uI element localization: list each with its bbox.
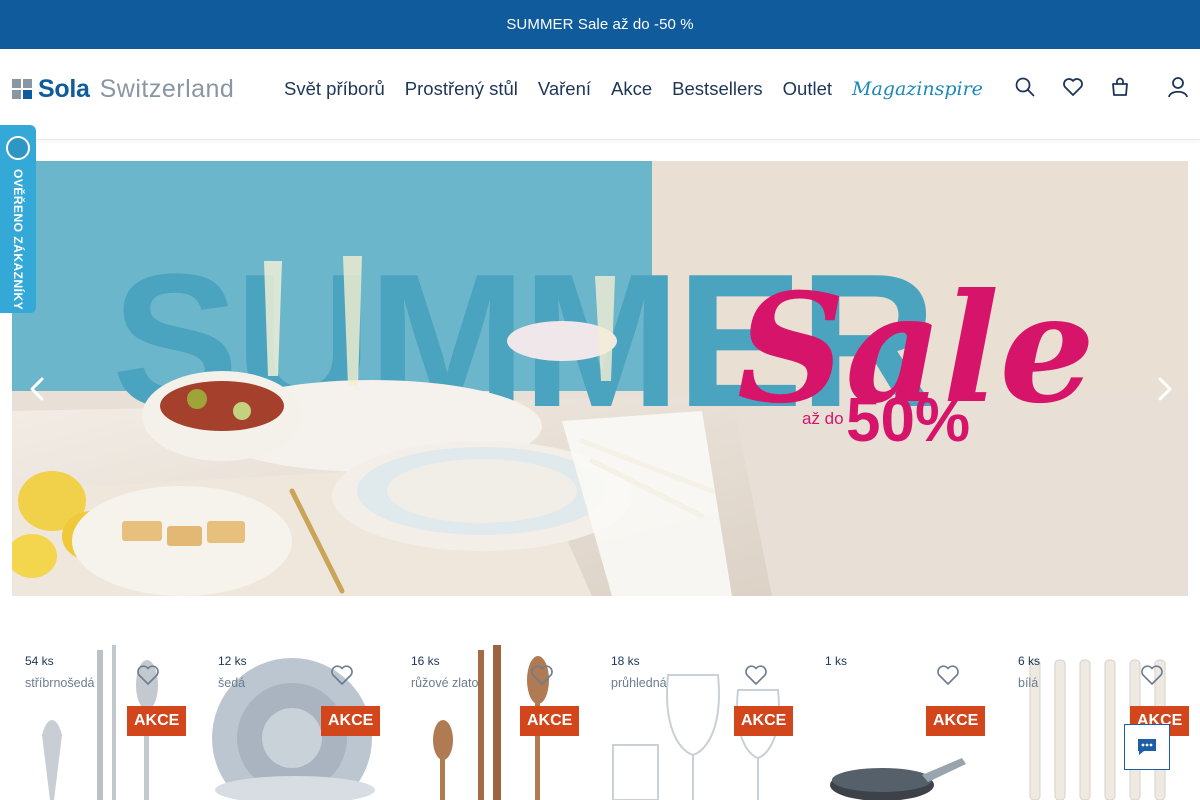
hero-prev-arrow-icon[interactable]	[24, 374, 50, 404]
product-card[interactable]: 12 ks šedá AKCE	[205, 640, 385, 800]
product-color: šedá	[218, 676, 246, 690]
nav-item-svet-priboru[interactable]: Svět příborů	[284, 78, 385, 100]
main-nav: Svět příborů Prostřený stůl Vaření Akce …	[284, 77, 983, 101]
promo-text[interactable]: SUMMER Sale až do -50 %	[506, 16, 693, 33]
product-color: bílá	[1018, 676, 1039, 690]
verified-customers-badge[interactable]: OVĚŘENO ZÁKAZNÍKY	[0, 125, 36, 313]
nav-item-magazinspire[interactable]: Magazinspire	[852, 78, 983, 100]
hero-illustration: SUMMER Sale až do 50%	[12, 161, 1188, 596]
nav-item-bestsellers[interactable]: Bestsellers	[672, 78, 762, 100]
product-card[interactable]: 54 ks stříbrnošedá AKCE	[12, 640, 192, 800]
product-card[interactable]: 18 ks průhledná AKCE	[598, 640, 796, 800]
product-qty: 16 ks	[411, 654, 440, 668]
product-qty: 1 ks	[825, 654, 848, 668]
sale-badge: AKCE	[520, 706, 580, 736]
nav-item-vareni[interactable]: Vaření	[538, 78, 591, 100]
wishlist-heart-icon[interactable]	[330, 664, 354, 688]
shopping-bag-icon[interactable]	[1108, 75, 1132, 99]
sale-badge: AKCE	[734, 706, 794, 736]
sale-badge: AKCE	[127, 706, 187, 736]
heart-icon[interactable]	[1061, 75, 1085, 99]
product-card[interactable]: 1 ks AKCE	[812, 640, 988, 800]
site-header: Sola Switzerland Svět příborů Prostřený …	[0, 49, 1200, 140]
nav-item-akce[interactable]: Akce	[611, 78, 652, 100]
product-card[interactable]: 6 ks bílá AKCE	[1005, 640, 1190, 800]
product-qty: 6 ks	[1018, 654, 1041, 668]
sale-badge: AKCE	[321, 706, 381, 736]
product-color: růžové zlato	[411, 676, 479, 690]
chat-widget-icon[interactable]	[1124, 724, 1170, 770]
product-qty: 18 ks	[611, 654, 640, 668]
hero-next-arrow-icon[interactable]	[1152, 374, 1178, 404]
hero-prefix: až do	[802, 409, 844, 428]
logo-dots-icon	[12, 79, 32, 99]
logo-brand-suffix: Switzerland	[99, 74, 235, 103]
hero-banner[interactable]: SUMMER Sale až do 50%	[12, 161, 1188, 596]
product-qty: 54 ks	[25, 654, 54, 668]
wishlist-heart-icon[interactable]	[936, 664, 960, 688]
nav-item-outlet[interactable]: Outlet	[783, 78, 832, 100]
sale-badge: AKCE	[926, 706, 986, 736]
wishlist-heart-icon[interactable]	[1140, 664, 1164, 688]
wishlist-heart-icon[interactable]	[136, 664, 160, 688]
product-carousel: 54 ks stříbrnošedá AKCE 12 ks šedá AKCE	[0, 640, 1200, 800]
wishlist-heart-icon[interactable]	[744, 664, 768, 688]
wishlist-heart-icon[interactable]	[530, 664, 554, 688]
search-icon[interactable]	[1013, 75, 1037, 99]
verified-customers-label: OVĚŘENO ZÁKAZNÍKY	[11, 169, 25, 311]
product-color: průhledná	[611, 676, 667, 690]
product-color: stříbrnošedá	[25, 676, 95, 690]
logo[interactable]: Sola Switzerland	[12, 75, 234, 103]
nav-item-prostreny-stul[interactable]: Prostřený stůl	[405, 78, 518, 100]
product-card[interactable]: 16 ks růžové zlato AKCE	[398, 640, 580, 800]
hero-percent: 50%	[846, 386, 970, 455]
promo-bar[interactable]: SUMMER Sale až do -50 %	[0, 0, 1200, 49]
verified-seal-icon	[6, 136, 30, 160]
user-icon[interactable]	[1166, 75, 1190, 99]
logo-brand: Sola	[38, 74, 90, 103]
product-qty: 12 ks	[218, 654, 247, 668]
